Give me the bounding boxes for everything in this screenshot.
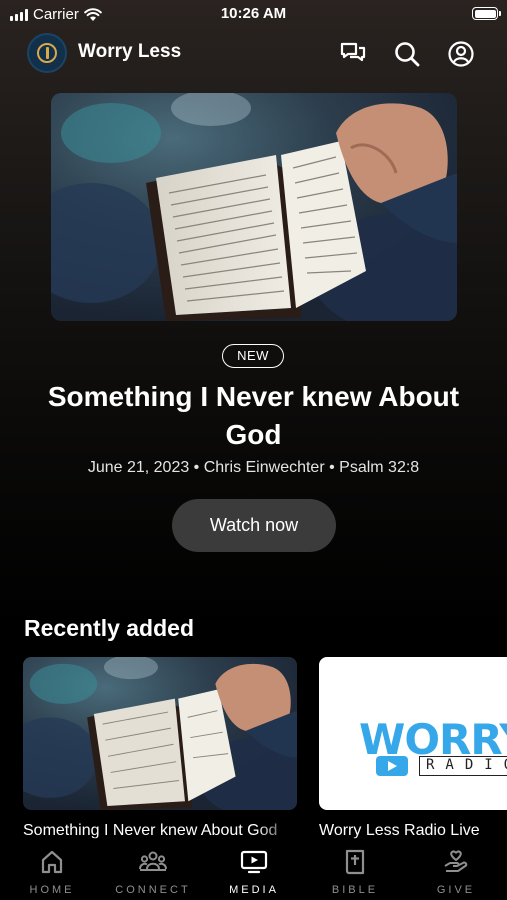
- bible-photo: [23, 657, 297, 810]
- play-icon: [376, 756, 408, 776]
- watch-now-button[interactable]: Watch now: [172, 499, 336, 552]
- give-icon: [444, 850, 468, 872]
- chat-icon[interactable]: [339, 40, 367, 68]
- tab-bar: HOME CONNECT MEDIA BIBLE GIVE: [0, 838, 507, 900]
- tab-home[interactable]: HOME: [2, 848, 102, 896]
- media-icon: [240, 850, 268, 874]
- new-badge: NEW: [222, 344, 284, 368]
- radio-logo-subtext: RADIO: [419, 756, 507, 776]
- media-card-thumbnail[interactable]: WORRYLESS RADIO: [319, 657, 507, 810]
- status-bar: Carrier 10:26 AM: [0, 0, 507, 30]
- media-card[interactable]: WORRYLESS RADIO Worry Less Radio Live: [319, 657, 507, 840]
- hero-meta: June 21, 2023 • Chris Einwechter • Psalm…: [87, 459, 420, 476]
- tab-give[interactable]: GIVE: [406, 848, 506, 896]
- status-time: 10:26 AM: [220, 5, 287, 22]
- account-icon[interactable]: [447, 40, 475, 68]
- tab-bible[interactable]: BIBLE: [305, 848, 405, 896]
- bible-icon: [345, 849, 365, 875]
- home-icon: [41, 850, 63, 874]
- tab-media[interactable]: MEDIA: [204, 848, 304, 896]
- tab-label: CONNECT: [115, 884, 191, 896]
- app-title: Worry Less: [78, 41, 182, 62]
- connect-icon: [139, 851, 167, 871]
- hero-image[interactable]: [51, 93, 457, 321]
- tab-label: BIBLE: [331, 884, 379, 896]
- hero-title: Something I Never knew About God: [47, 381, 460, 450]
- battery-icon: [472, 7, 501, 20]
- section-title-recently-added: Recently added: [24, 615, 194, 641]
- media-card[interactable]: Something I Never knew About God: [23, 657, 297, 840]
- app-screen: Carrier 10:26 AM Worry Less NEW Somethin…: [0, 0, 507, 900]
- bible-photo: [51, 93, 457, 321]
- tab-connect[interactable]: CONNECT: [103, 848, 203, 896]
- tab-label: HOME: [29, 884, 75, 896]
- tab-label: GIVE: [436, 884, 476, 896]
- tab-label: MEDIA: [229, 884, 279, 896]
- media-card-thumbnail[interactable]: [23, 657, 297, 810]
- search-icon[interactable]: [393, 40, 421, 68]
- church-logo[interactable]: [27, 33, 67, 73]
- app-header: Worry Less: [0, 32, 507, 74]
